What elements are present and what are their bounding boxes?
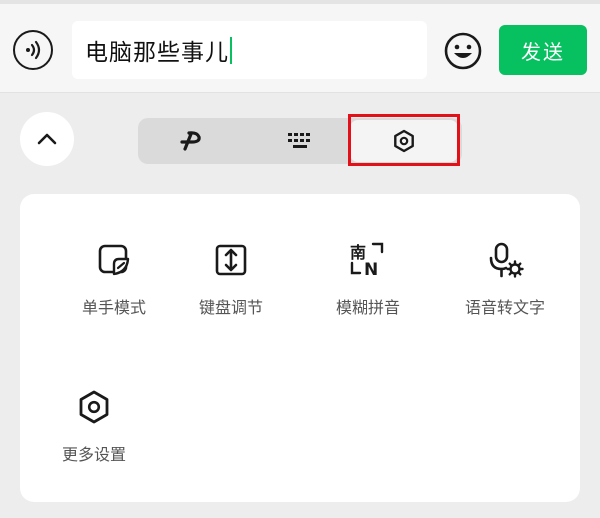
tab-handwriting[interactable] bbox=[138, 118, 246, 164]
emoji-icon bbox=[444, 32, 482, 70]
chat-input-bar: 电脑那些事儿 发送 bbox=[0, 4, 600, 93]
collapse-button[interactable] bbox=[20, 112, 74, 166]
message-input-text: 电脑那些事儿 bbox=[85, 40, 229, 66]
emoji-button[interactable] bbox=[443, 31, 483, 71]
tool-label: 单手模式 bbox=[81, 298, 146, 317]
handwriting-icon bbox=[180, 131, 201, 151]
tool-fuzzy-pinyin[interactable]: 南 N 模糊拼音 bbox=[303, 240, 433, 318]
settings-panel: 单手模式 键盘调节 南 N 模糊拼音 语音转文字 更多设置 bbox=[20, 194, 580, 502]
tool-label: 更多设置 bbox=[61, 445, 126, 464]
voice-icon bbox=[26, 40, 41, 60]
svg-text:N: N bbox=[364, 260, 378, 279]
keyboard-icon bbox=[288, 133, 310, 148]
tool-label: 键盘调节 bbox=[198, 298, 263, 317]
selected-tab-highlight bbox=[348, 114, 460, 166]
tab-keyboard[interactable] bbox=[246, 118, 354, 164]
voice-input-button[interactable] bbox=[13, 30, 53, 70]
text-caret bbox=[230, 36, 232, 64]
tool-label: 模糊拼音 bbox=[335, 298, 400, 317]
tool-label: 语音转文字 bbox=[464, 298, 545, 317]
more-settings-icon bbox=[79, 390, 109, 424]
voice-to-text-icon bbox=[489, 242, 524, 278]
chevron-up-icon bbox=[37, 133, 57, 145]
tool-keyboard-adjust[interactable]: 键盘调节 bbox=[166, 240, 296, 318]
send-button[interactable]: 发送 bbox=[499, 25, 587, 75]
tool-one-hand-mode[interactable]: 单手模式 bbox=[49, 240, 179, 318]
tool-more-settings[interactable]: 更多设置 bbox=[29, 387, 159, 465]
tool-voice-to-text[interactable]: 语音转文字 bbox=[440, 240, 570, 318]
one-hand-mode-icon bbox=[98, 244, 130, 276]
keyboard-adjust-icon bbox=[215, 244, 247, 276]
message-input[interactable]: 电脑那些事儿 bbox=[72, 21, 427, 79]
fuzzy-pinyin-icon: 南 N bbox=[350, 242, 384, 279]
